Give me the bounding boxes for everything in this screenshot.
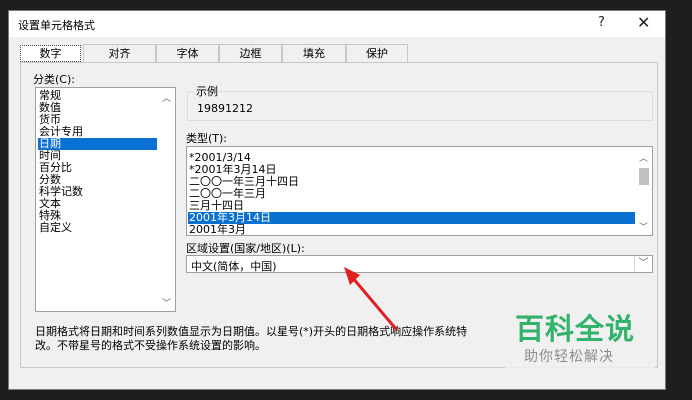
type-scrollbar[interactable]: ︿ ﹀ xyxy=(636,147,652,235)
format-description-line2: 改。不带星号的格式不受操作系统设置的影响。 xyxy=(35,339,266,352)
type-item[interactable]: 2001年3月 xyxy=(189,224,246,236)
scroll-down-icon[interactable]: ﹀ xyxy=(639,220,648,233)
category-label: 分类(C): xyxy=(33,73,75,86)
title-bar[interactable]: 设置单元格格式 ? ✕ xyxy=(9,11,665,37)
dialog-title: 设置单元格格式 xyxy=(18,19,95,32)
scroll-up-icon[interactable]: ︿ xyxy=(162,91,171,104)
sample-group xyxy=(187,91,653,121)
sample-value: 19891212 xyxy=(197,102,253,115)
locale-value: 中文(简体，中国) xyxy=(191,260,277,273)
tab-font[interactable]: 字体 xyxy=(156,44,219,62)
sample-label: 示例 xyxy=(194,83,220,99)
tab-number[interactable]: 数字 xyxy=(20,45,81,62)
tab-alignment[interactable]: 对齐 xyxy=(83,44,156,62)
close-button[interactable]: ✕ xyxy=(637,13,650,32)
type-label: 类型(T): xyxy=(186,132,228,145)
scroll-thumb[interactable] xyxy=(639,168,649,185)
category-list[interactable]: 常规 数值 货币 会计专用 日期 时间 百分比 分数 科学记数 文本 特殊 自定… xyxy=(35,87,176,312)
scroll-down-icon[interactable]: ﹀ xyxy=(162,296,171,309)
tab-protection[interactable]: 保护 xyxy=(346,44,408,62)
locale-select[interactable]: 中文(简体，中国) ﹀ xyxy=(186,255,653,273)
locale-label: 区域设置(国家/地区)(L): xyxy=(186,242,305,255)
watermark-brand: 百科全说 xyxy=(515,312,636,346)
watermark-tagline: 助你轻松解决 xyxy=(524,349,614,365)
category-scrollbar[interactable]: ︿ ﹀ xyxy=(158,88,175,311)
category-item-custom[interactable]: 自定义 xyxy=(39,222,72,234)
tab-border[interactable]: 边框 xyxy=(219,44,282,62)
scroll-up-icon[interactable]: ︿ xyxy=(639,151,648,164)
help-button[interactable]: ? xyxy=(598,15,605,30)
chevron-down-icon[interactable]: ﹀ xyxy=(634,256,652,272)
tab-fill[interactable]: 填充 xyxy=(282,44,346,62)
type-list[interactable]: *2001/3/14 *2001年3月14日 二〇〇一年三月十四日 二〇〇一年三… xyxy=(186,146,653,236)
annotation-arrow-icon xyxy=(344,267,398,331)
type-item-selected[interactable]: 2001年3月14日 xyxy=(188,212,635,224)
